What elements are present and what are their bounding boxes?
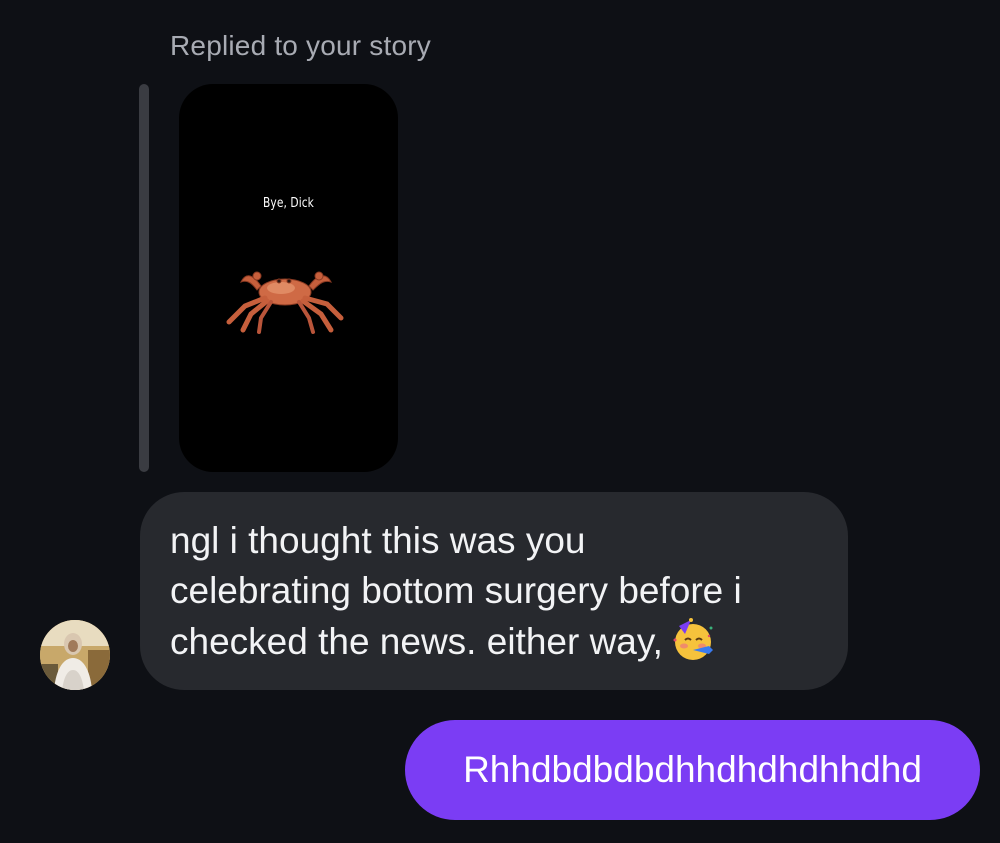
incoming-message-bubble[interactable]: ngl i thought this was you celebrating b…	[140, 492, 848, 690]
outgoing-message-bubble[interactable]: Rhhdbdbdbdhhdhdhdhhdhd	[405, 720, 980, 820]
reply-quote-bar	[139, 84, 149, 472]
message-line: ngl i thought this was you	[170, 520, 586, 561]
crab-image	[226, 271, 344, 334]
message-line: celebrating bottom surgery before i	[170, 570, 742, 611]
avatar-photo	[40, 620, 110, 690]
sender-avatar[interactable]	[40, 620, 110, 690]
partying-face-icon	[673, 618, 713, 660]
story-thumbnail[interactable]: Bye, Dick	[179, 84, 398, 472]
story-caption: Bye, Dick	[263, 196, 314, 211]
story-reply-label: Replied to your story	[170, 30, 431, 61]
dm-thread: Replied to your story Bye, Dick ngl i th…	[0, 0, 1000, 843]
message-line: checked the news. either way,	[170, 621, 663, 662]
message-line-with-emoji: checked the news. either way,	[170, 616, 818, 667]
